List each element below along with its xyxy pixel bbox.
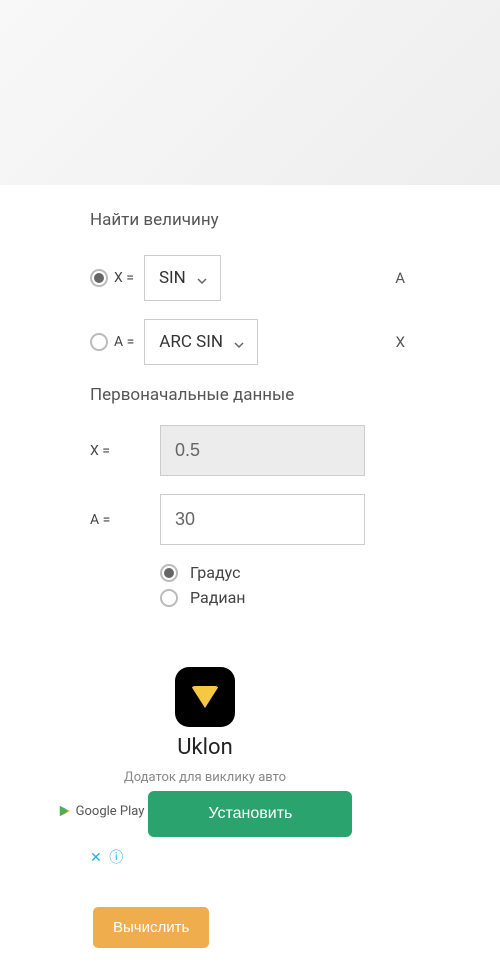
chevron-down-icon: [233, 336, 245, 348]
x-input-label: X =: [90, 443, 160, 459]
select-arcsin-value: ARC SIN: [159, 332, 223, 352]
radio-a-mode[interactable]: [90, 333, 108, 351]
ad-info-icon[interactable]: ⓘ: [109, 850, 123, 866]
degrees-label: Градус: [190, 563, 240, 582]
select-arcsin[interactable]: ARC SIN: [144, 319, 258, 365]
section-data-title: Первоначальные данные: [90, 385, 500, 405]
google-play-icon: [58, 804, 72, 818]
app-name: Uklon: [0, 735, 410, 760]
google-play-label: Google Play: [58, 804, 145, 819]
x-input[interactable]: [160, 425, 365, 476]
input-row-a: A =: [90, 494, 500, 545]
input-row-x: X =: [90, 425, 500, 476]
radians-label: Радиан: [190, 588, 246, 607]
select-sin-value: SIN: [159, 268, 186, 288]
radio-radians[interactable]: [160, 589, 178, 607]
x-equals-label: X =: [114, 270, 134, 286]
app-desc: Додаток для виклику авто: [0, 770, 410, 785]
chevron-down-icon: [196, 272, 208, 284]
a-input[interactable]: [160, 494, 365, 545]
mode-row-a: A = ARC SIN X: [90, 319, 500, 365]
right-var-a: A: [395, 269, 405, 287]
app-icon[interactable]: [175, 667, 235, 727]
section-find-title: Найти величину: [90, 210, 500, 230]
ad-block: Uklon Додаток для виклику авто Google Pl…: [0, 667, 410, 867]
a-equals-label: A =: [114, 334, 134, 350]
angle-units-group: Градус Радиан: [160, 563, 500, 607]
ad-close-icon[interactable]: ✕: [90, 850, 102, 866]
right-var-x: X: [396, 333, 405, 351]
calculate-button[interactable]: Вычислить: [93, 907, 209, 948]
radio-degrees[interactable]: [160, 564, 178, 582]
uklon-logo-icon: [191, 686, 219, 708]
install-button[interactable]: Установить: [148, 791, 352, 837]
a-input-label: A =: [90, 512, 160, 528]
select-sin[interactable]: SIN: [144, 255, 221, 301]
radio-x-mode[interactable]: [90, 269, 108, 287]
mode-row-x: X = SIN A: [90, 255, 500, 301]
